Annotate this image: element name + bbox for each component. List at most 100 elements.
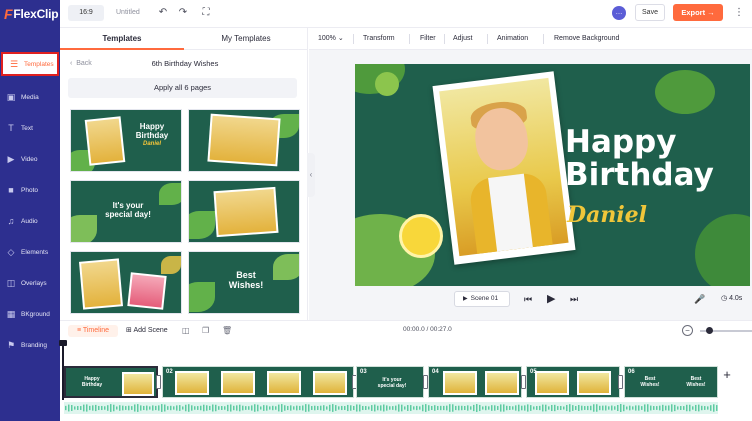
scene-duration[interactable]: ◷ 4.0s: [721, 294, 742, 302]
sidebar-item-overlays[interactable]: ◫ Overlays: [0, 269, 60, 297]
clip-5[interactable]: 05: [526, 366, 620, 398]
headline-line2: Birthday: [565, 157, 714, 193]
duplicate-icon[interactable]: ❐: [202, 325, 209, 337]
back-button[interactable]: ‹ Back: [70, 60, 92, 67]
trash-icon[interactable]: 🗑: [222, 325, 232, 337]
split-icon[interactable]: ◫: [182, 325, 190, 337]
video-stage[interactable]: Happy Birthday Daniel: [355, 64, 750, 286]
clip-number: 02: [166, 369, 173, 375]
timeline-tab[interactable]: ≡ Timeline: [68, 325, 118, 337]
overlays-icon: ◫: [6, 278, 16, 288]
previous-icon[interactable]: ⏮: [524, 293, 532, 305]
stage-name[interactable]: Daniel: [567, 202, 647, 228]
sidebar-item-text[interactable]: T Text: [0, 114, 60, 142]
transform-button[interactable]: Transform: [363, 28, 395, 50]
zoom-value: 100%: [318, 35, 336, 42]
transition-handle[interactable]: [156, 375, 161, 389]
sidebar-item-label: Video: [21, 155, 38, 163]
text-icon: T: [8, 123, 14, 133]
template-thumb-3[interactable]: It's your special day!: [70, 180, 182, 243]
stage-photo[interactable]: [432, 71, 576, 265]
edit-toolbar: 100% ⌄ Transform Filter Adjust Animation…: [309, 28, 752, 50]
chevron-left-icon: ‹: [70, 60, 73, 67]
scene-button[interactable]: ▶ Scene 01: [454, 291, 510, 307]
transition-handle[interactable]: [618, 375, 623, 389]
timeline-tab-label: Timeline: [82, 327, 110, 334]
tab-templates[interactable]: Templates: [60, 28, 184, 50]
headline-line1: Happy: [565, 124, 677, 160]
clip-6[interactable]: 06 Best Wishes! Best Wishes!: [624, 366, 718, 398]
template-thumb-2[interactable]: [188, 109, 300, 172]
thumb-text: special day!: [105, 210, 151, 219]
stage-headline[interactable]: Happy Birthday: [565, 126, 735, 192]
clip-2[interactable]: 02: [162, 366, 354, 398]
clip-1[interactable]: Happy Birthday: [64, 366, 158, 398]
thumb-text: Wishes!: [228, 280, 264, 290]
sidebar-item-templates[interactable]: ☰ Templates: [1, 52, 59, 76]
sidebar-item-bkground[interactable]: ▦ BKground: [0, 300, 60, 328]
add-scene-button[interactable]: ⊞ Add Scene: [126, 325, 168, 337]
sidebar-item-label: Branding: [21, 341, 48, 349]
template-set-title: 6th Birthday Wishes: [151, 59, 219, 68]
microphone-icon[interactable]: 🎤: [694, 293, 705, 305]
sidebar-item-label: BKground: [21, 310, 50, 318]
zoom-out-icon[interactable]: −: [682, 325, 693, 336]
sidebar-item-video[interactable]: ▶ Video: [0, 145, 60, 173]
template-thumb-4[interactable]: [188, 180, 300, 243]
adjust-button[interactable]: Adjust: [453, 28, 472, 50]
sidebar-item-media[interactable]: ▣ Media: [0, 83, 60, 111]
thumb-name: Daniel: [142, 141, 161, 147]
sidebar-item-branding[interactable]: ⚑ Branding: [0, 331, 60, 359]
zoom-slider-handle[interactable]: [706, 327, 713, 334]
remove-background-button[interactable]: Remove Background: [554, 28, 619, 50]
save-button[interactable]: Save: [635, 4, 665, 21]
timeline-header: ≡ Timeline ⊞ Add Scene ◫ ❐ 🗑 00:00.0 / 0…: [60, 320, 752, 340]
template-thumb-1[interactable]: Happy Birthday Daniel: [70, 109, 182, 172]
clip-number: 04: [432, 369, 439, 375]
panel-collapse-handle[interactable]: ‹: [307, 153, 315, 197]
animation-button[interactable]: Animation: [497, 28, 528, 50]
apply-all-button[interactable]: Apply all 6 pages: [68, 78, 297, 98]
tab-my-templates[interactable]: My Templates: [184, 28, 308, 50]
clip-4[interactable]: 04: [428, 366, 522, 398]
chat-icon[interactable]: …: [612, 6, 626, 20]
sidebar-item-audio[interactable]: ♫ Audio: [0, 207, 60, 235]
layers-icon: ☰: [9, 59, 19, 69]
sidebar-item-photo[interactable]: ■ Photo: [0, 176, 60, 204]
thumb-text: Happy: [139, 122, 165, 131]
flexclip-logo[interactable]: F FlexClip: [4, 6, 59, 22]
play-icon: ▶: [463, 296, 468, 302]
logo-text: FlexClip: [13, 7, 59, 21]
clip-number: 03: [360, 369, 367, 375]
next-icon[interactable]: ⏭: [570, 293, 578, 305]
zoom-select[interactable]: 100% ⌄: [318, 28, 344, 50]
redo-icon[interactable]: ↷: [176, 6, 190, 20]
sidebar: F FlexClip ☰ Templates ▣ Media T Text ▶ Video…: [0, 0, 60, 421]
clip-3[interactable]: 03 It's your special day!: [356, 366, 424, 398]
clip-text: special day!: [377, 383, 407, 389]
sidebar-item-elements[interactable]: ◇ Elements: [0, 238, 60, 266]
add-scene-label: Add Scene: [133, 327, 168, 334]
template-thumb-5[interactable]: [70, 251, 182, 314]
sidebar-item-label: Elements: [21, 248, 49, 256]
filter-button[interactable]: Filter: [420, 28, 436, 50]
audio-track[interactable]: [64, 402, 718, 414]
fullscreen-icon[interactable]: ⛶: [199, 6, 213, 20]
undo-icon[interactable]: ↶: [156, 6, 170, 20]
export-button[interactable]: Export →: [673, 4, 723, 21]
add-clip-icon[interactable]: +: [720, 368, 734, 382]
chevron-down-icon: ⌄: [337, 35, 344, 42]
aspect-ratio-button[interactable]: 16:9: [68, 5, 104, 21]
chevron-left-icon: ‹: [309, 170, 313, 179]
project-title[interactable]: Untitled: [116, 9, 140, 16]
more-icon[interactable]: ⋮: [732, 6, 746, 20]
play-icon[interactable]: ▶: [547, 293, 555, 305]
sidebar-item-label: Templates: [24, 60, 54, 68]
branding-icon: ⚑: [6, 340, 16, 350]
template-thumb-6[interactable]: Best Wishes!: [188, 251, 300, 314]
clip-number: 06: [628, 369, 635, 375]
top-bar: 16:9 Untitled ↶ ↷ ⛶ … Save Export → ⋮: [60, 0, 752, 28]
clock-icon: ◷: [721, 295, 728, 302]
panel-tabs: Templates My Templates: [60, 28, 308, 50]
timeline-icon: ≡: [76, 327, 82, 334]
